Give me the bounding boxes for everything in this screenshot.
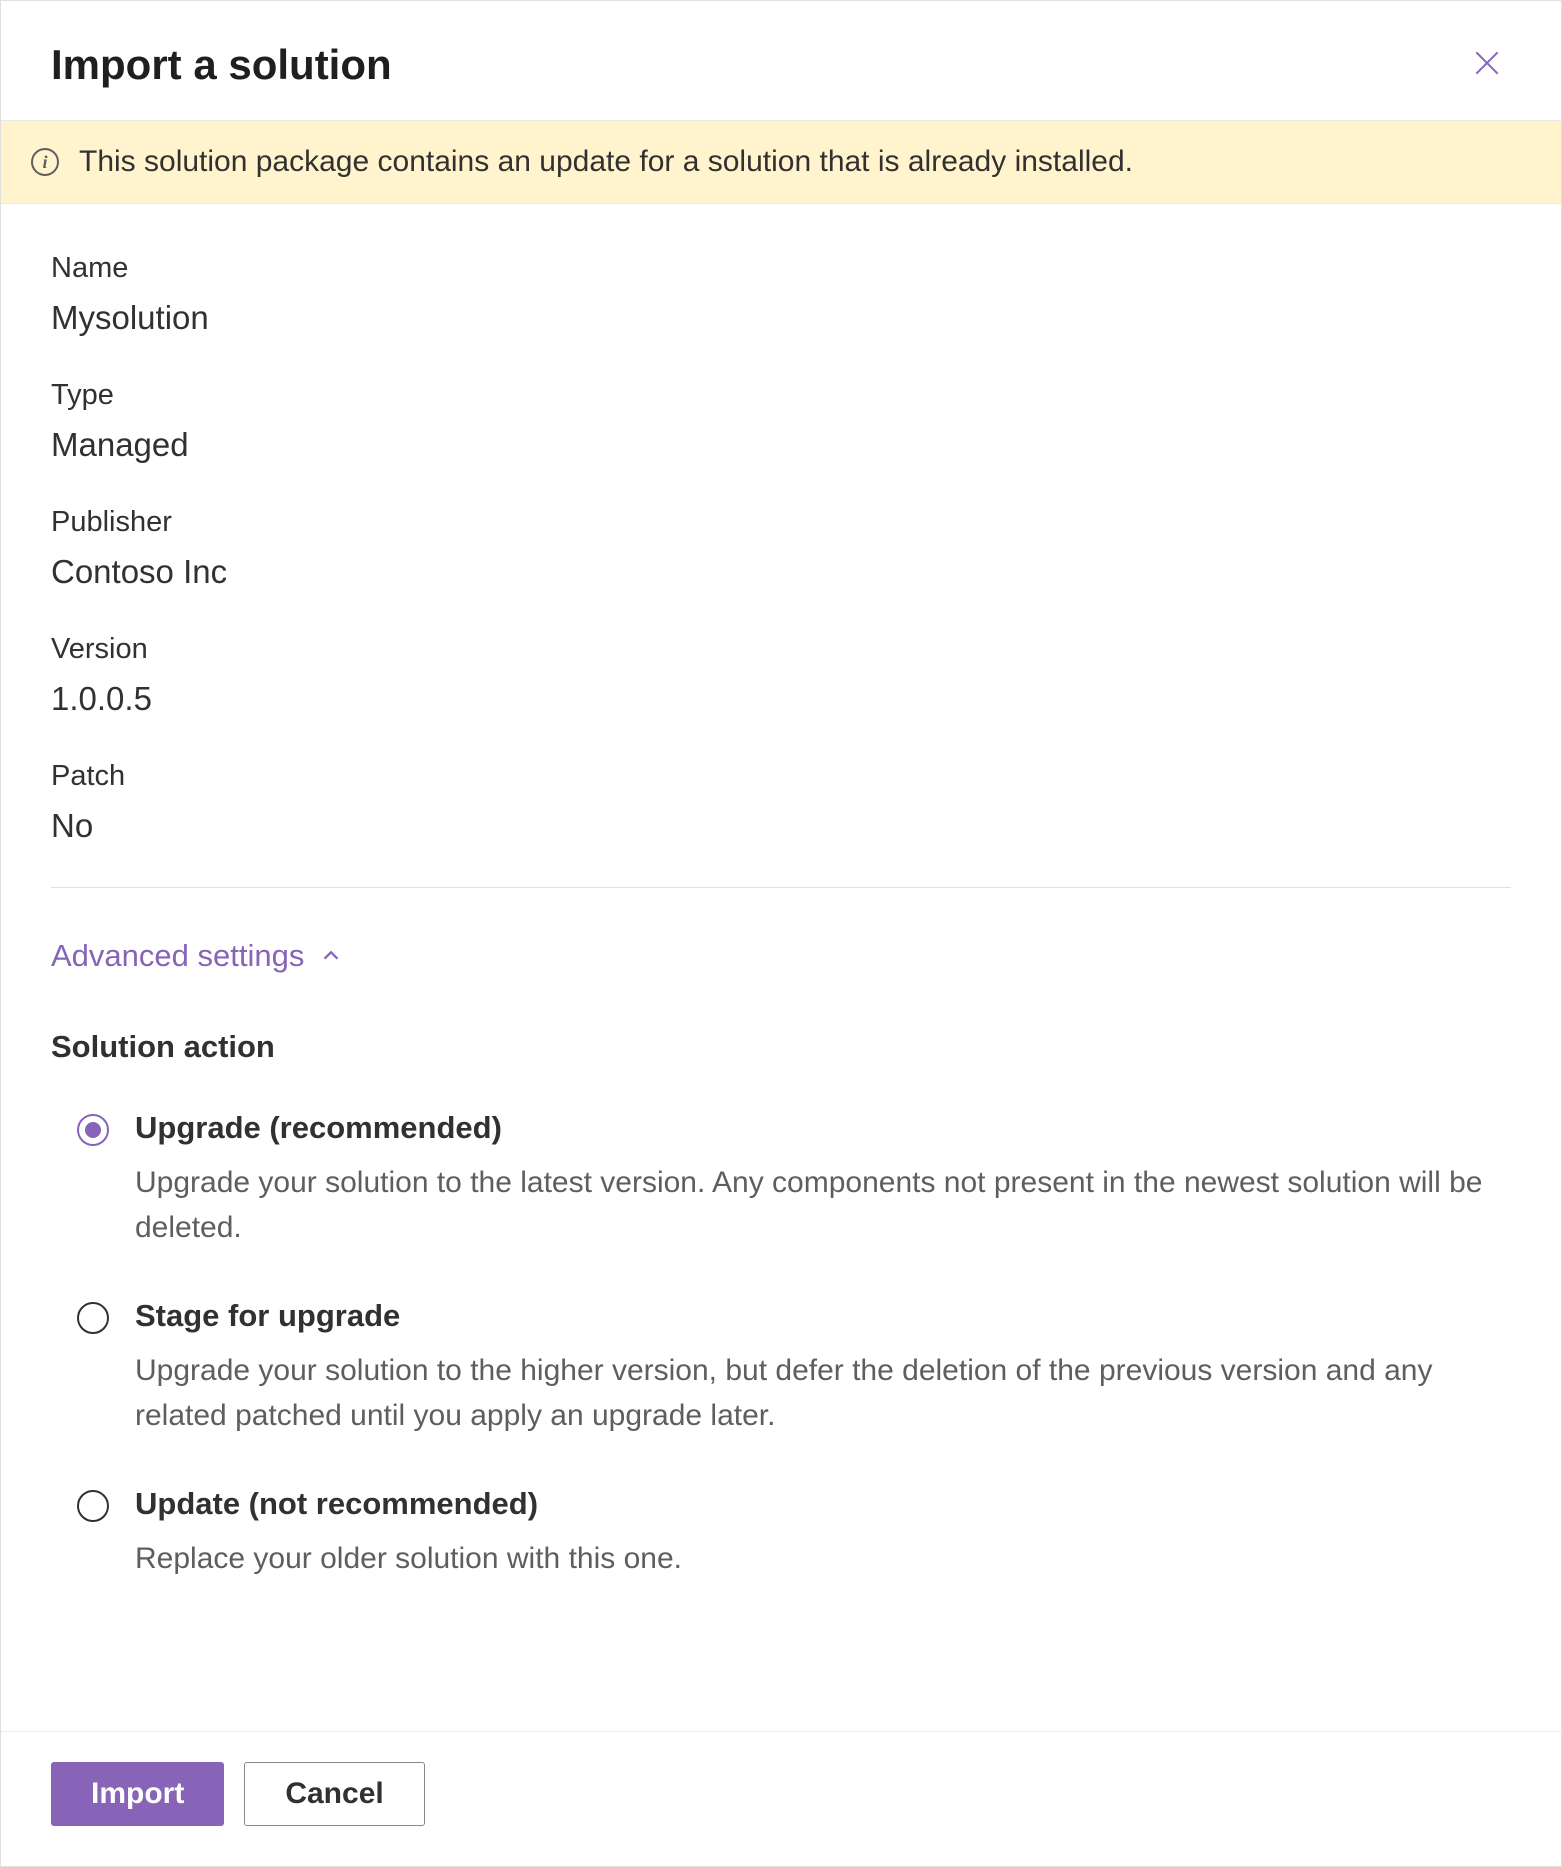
field-publisher: Publisher Contoso Inc — [51, 506, 1511, 591]
radio-content: Update (not recommended) Replace your ol… — [135, 1486, 1511, 1581]
radio-option-stage[interactable]: Stage for upgrade Upgrade your solution … — [77, 1298, 1511, 1438]
content-area: Name Mysolution Type Managed Publisher C… — [1, 204, 1561, 1731]
radio-circle — [77, 1114, 109, 1146]
radio-description-upgrade: Upgrade your solution to the latest vers… — [135, 1160, 1511, 1250]
radio-label-update: Update (not recommended) — [135, 1486, 1511, 1522]
field-version-value: 1.0.0.5 — [51, 680, 1511, 718]
import-solution-panel: Import a solution i This solution packag… — [0, 0, 1562, 1867]
info-icon: i — [31, 148, 59, 176]
radio-content: Upgrade (recommended) Upgrade your solut… — [135, 1110, 1511, 1250]
advanced-settings-toggle[interactable]: Advanced settings — [51, 938, 342, 974]
info-banner: i This solution package contains an upda… — [1, 120, 1561, 204]
field-version-label: Version — [51, 633, 1511, 666]
advanced-settings-label: Advanced settings — [51, 938, 304, 974]
radio-circle — [77, 1490, 109, 1522]
field-publisher-value: Contoso Inc — [51, 553, 1511, 591]
footer: Import Cancel — [1, 1731, 1561, 1866]
radio-circle — [77, 1302, 109, 1334]
solution-action-title: Solution action — [51, 1029, 1511, 1065]
panel-title: Import a solution — [51, 41, 392, 89]
field-patch: Patch No — [51, 760, 1511, 845]
field-publisher-label: Publisher — [51, 506, 1511, 539]
radio-content: Stage for upgrade Upgrade your solution … — [135, 1298, 1511, 1438]
field-patch-value: No — [51, 807, 1511, 845]
close-icon — [1471, 47, 1503, 82]
close-button[interactable] — [1463, 39, 1511, 90]
field-type-value: Managed — [51, 426, 1511, 464]
banner-message: This solution package contains an update… — [79, 145, 1133, 179]
radio-label-upgrade: Upgrade (recommended) — [135, 1110, 1511, 1146]
import-button[interactable]: Import — [51, 1762, 224, 1826]
radio-description-stage: Upgrade your solution to the higher vers… — [135, 1348, 1511, 1438]
solution-action-radio-group: Upgrade (recommended) Upgrade your solut… — [51, 1110, 1511, 1581]
field-name: Name Mysolution — [51, 252, 1511, 337]
cancel-button[interactable]: Cancel — [244, 1762, 424, 1826]
divider — [51, 887, 1511, 888]
field-patch-label: Patch — [51, 760, 1511, 793]
field-type-label: Type — [51, 379, 1511, 412]
panel-header: Import a solution — [1, 1, 1561, 120]
radio-option-update[interactable]: Update (not recommended) Replace your ol… — [77, 1486, 1511, 1581]
radio-label-stage: Stage for upgrade — [135, 1298, 1511, 1334]
field-type: Type Managed — [51, 379, 1511, 464]
field-name-value: Mysolution — [51, 299, 1511, 337]
chevron-up-icon — [320, 944, 342, 969]
radio-description-update: Replace your older solution with this on… — [135, 1536, 1511, 1581]
field-name-label: Name — [51, 252, 1511, 285]
field-version: Version 1.0.0.5 — [51, 633, 1511, 718]
radio-option-upgrade[interactable]: Upgrade (recommended) Upgrade your solut… — [77, 1110, 1511, 1250]
